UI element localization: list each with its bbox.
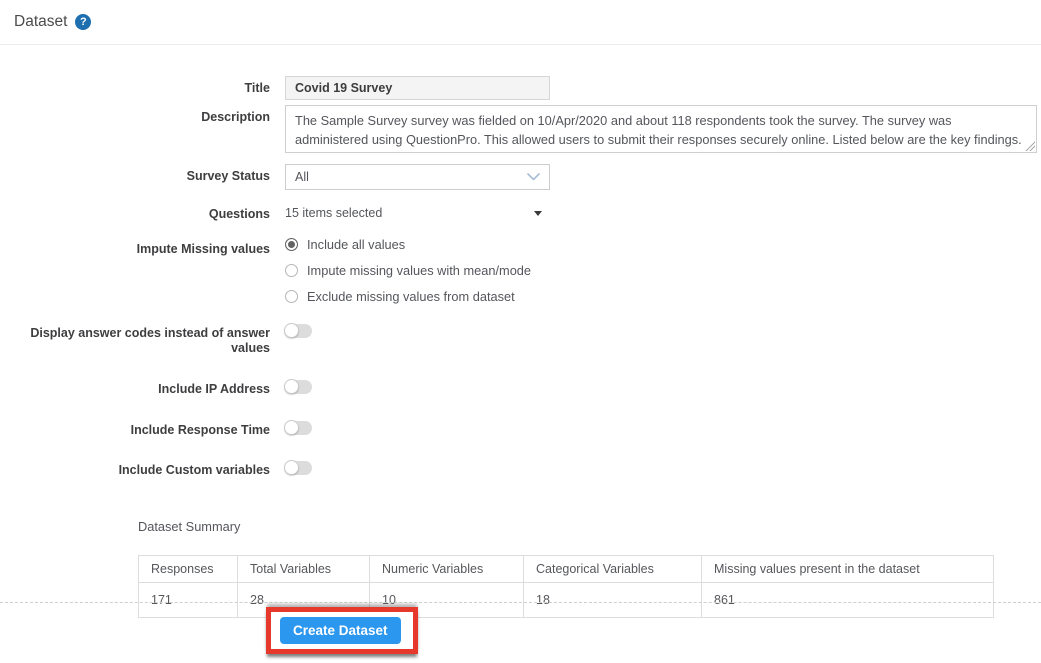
header-total-variables: Total Variables [237, 554, 370, 583]
caret-down-icon [534, 210, 542, 216]
radio-option-include-all[interactable]: Include all values [285, 237, 1037, 252]
page-title: Dataset [14, 13, 68, 30]
help-icon[interactable]: ? [75, 14, 92, 30]
toggle-knob [284, 322, 299, 338]
survey-status-select[interactable]: All [285, 164, 550, 190]
header-numeric-variables: Numeric Variables [369, 554, 524, 583]
dataset-page: Dataset ? Title Description The Sample S… [0, 0, 1041, 663]
ip-address-row: Include IP Address [0, 377, 1041, 398]
title-input[interactable] [285, 76, 550, 100]
description-row: Description The Sample Survey survey was… [0, 105, 1041, 153]
toggle-knob [284, 419, 299, 435]
dataset-form: Title Description The Sample Survey surv… [0, 76, 1041, 479]
radio-option-label: Exclude missing values from dataset [307, 288, 515, 304]
impute-row: Impute Missing values Include all values… [0, 237, 1041, 304]
header-categorical-variables: Categorical Variables [523, 554, 702, 583]
title-row: Title [0, 76, 1041, 100]
footer-divider [0, 602, 1041, 603]
description-textarea[interactable]: The Sample Survey survey was fielded on … [285, 105, 1037, 153]
survey-status-label: Survey Status [186, 169, 270, 183]
cell-categorical-variables: 18 [523, 581, 702, 618]
custom-variables-label: Include Custom variables [118, 463, 270, 478]
page-header: Dataset ? [0, 0, 1041, 31]
radio-option-label: Impute missing values with mean/mode [307, 262, 532, 278]
radio-option-label: Include all values [307, 236, 406, 252]
radio-unselected-icon[interactable] [285, 289, 298, 303]
questions-selected-value: 15 items selected [285, 206, 383, 220]
impute-label: Impute Missing values [136, 241, 270, 256]
answer-codes-toggle[interactable] [284, 322, 312, 338]
header-divider [0, 44, 1041, 45]
radio-selected-icon[interactable] [285, 237, 298, 251]
questions-row: Questions 15 items selected [0, 202, 1041, 223]
create-dataset-button[interactable]: Create Dataset [280, 617, 401, 644]
ip-address-toggle[interactable] [284, 378, 312, 394]
questions-label: Questions [208, 207, 270, 221]
annotation-highlight-box: Create Dataset [266, 607, 418, 654]
survey-status-value: All [295, 170, 309, 184]
radio-unselected-icon[interactable] [285, 263, 298, 277]
dataset-summary-label: Dataset Summary [138, 518, 241, 534]
radio-option-exclude-missing[interactable]: Exclude missing values from dataset [285, 289, 1037, 304]
cell-missing-values: 861 [701, 581, 994, 618]
questions-multiselect[interactable]: 15 items selected [285, 202, 542, 220]
answer-codes-row: Display answer codes instead of answer v… [0, 321, 1041, 357]
ip-address-label: Include IP Address [158, 381, 270, 396]
custom-variables-row: Include Custom variables [0, 458, 1041, 479]
survey-status-row: Survey Status All [0, 164, 1041, 190]
cell-responses: 171 [138, 581, 238, 618]
table-header-row: Responses Total Variables Numeric Variab… [138, 554, 994, 583]
response-time-row: Include Response Time [0, 418, 1041, 439]
title-label: Title [244, 81, 270, 95]
response-time-toggle[interactable] [284, 419, 312, 435]
chevron-down-icon [527, 173, 540, 181]
answer-codes-label: Display answer codes instead of answer v… [30, 325, 270, 356]
resize-handle-icon[interactable] [1025, 141, 1035, 151]
header-missing-values: Missing values present in the dataset [701, 554, 994, 583]
toggle-knob [284, 460, 299, 476]
header-responses: Responses [138, 554, 238, 583]
toggle-knob [284, 378, 299, 394]
custom-variables-toggle[interactable] [284, 460, 312, 476]
radio-option-impute-mean-mode[interactable]: Impute missing values with mean/mode [285, 263, 1037, 278]
description-label: Description [201, 110, 270, 124]
response-time-label: Include Response Time [130, 422, 270, 437]
impute-radio-group: Include all values Impute missing values… [285, 237, 1037, 304]
